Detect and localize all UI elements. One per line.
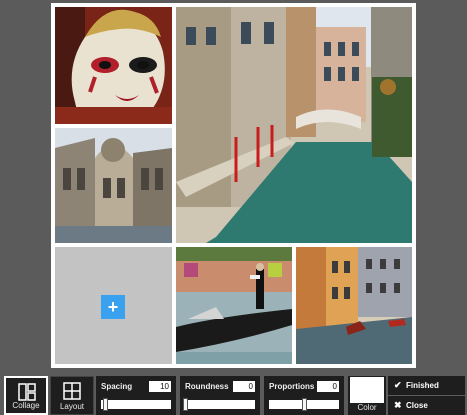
photo-canal-houses[interactable] [296, 247, 412, 364]
collage-canvas: + [51, 3, 416, 368]
close-button[interactable]: ✖ Close [388, 396, 465, 415]
proportions-label: Proportions [269, 382, 315, 391]
roundness-slider-thumb[interactable] [183, 398, 188, 411]
layout-tab-label: Layout [59, 402, 85, 411]
spacing-slider-track[interactable] [101, 398, 171, 411]
empty-photo-slot: + [55, 247, 172, 364]
collage-tab-button[interactable]: Collage [4, 376, 48, 415]
check-icon: ✔ [394, 380, 402, 390]
roundness-slider-track[interactable] [183, 398, 255, 411]
proportions-control: Proportions 0 [264, 376, 344, 415]
x-icon: ✖ [394, 400, 402, 410]
roundness-value-field[interactable]: 0 [233, 381, 255, 392]
finished-button[interactable]: ✔ Finished [388, 376, 465, 395]
roundness-control: Roundness 0 [180, 376, 260, 415]
color-control: Color [348, 376, 386, 415]
photo-venice-canal[interactable] [176, 7, 412, 243]
spacing-label: Spacing [101, 382, 133, 391]
layout-grid-icon [63, 382, 81, 400]
color-label: Color [357, 403, 377, 412]
finished-label: Finished [406, 381, 439, 390]
action-buttons: ✔ Finished ✖ Close [388, 376, 465, 415]
proportions-slider-thumb[interactable] [302, 398, 307, 411]
collage-tab-label: Collage [12, 401, 40, 410]
spacing-slider-thumb[interactable] [103, 398, 109, 411]
close-label: Close [406, 401, 428, 410]
color-swatch[interactable] [350, 377, 384, 403]
photo-basilica[interactable] [55, 128, 172, 243]
proportions-slider-track[interactable] [269, 398, 339, 411]
bottom-toolbar: Collage Layout Spacing 10 Roundness 0 Pr… [0, 372, 467, 415]
proportions-value-field[interactable]: 0 [317, 381, 339, 392]
spacing-control: Spacing 10 [96, 376, 176, 415]
spacing-value-field[interactable]: 10 [149, 381, 171, 392]
photo-carnival-mask[interactable] [55, 7, 172, 124]
collage-icon [18, 383, 36, 401]
roundness-label: Roundness [185, 382, 229, 391]
add-photo-button[interactable]: + [101, 295, 125, 319]
layout-tab-button[interactable]: Layout [50, 376, 94, 415]
photo-gondolier[interactable] [176, 247, 292, 364]
